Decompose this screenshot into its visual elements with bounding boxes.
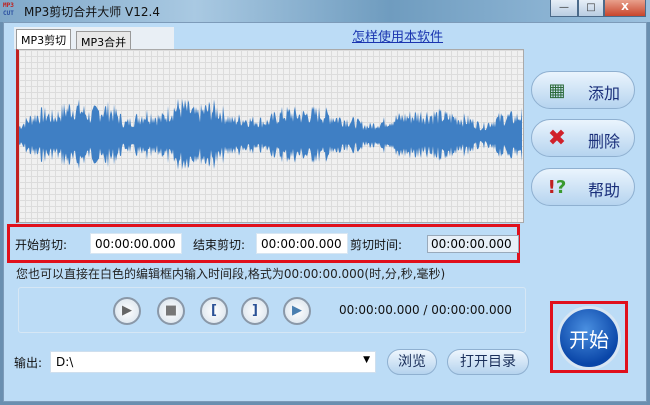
close-button[interactable]: X <box>604 0 646 17</box>
start-cut-label: 开始剪切: <box>15 238 68 252</box>
cut-duration-label: 剪切时间: <box>350 238 403 252</box>
delete-button[interactable]: ✖ 删除 <box>531 119 635 157</box>
open-directory-button[interactable]: 打开目录 <box>447 349 529 375</box>
player-panel: ▶ ■ [ ] ▶ 00:00:00.000 / 00:00:00.000 <box>18 287 526 333</box>
add-label: 添加 <box>588 84 621 103</box>
help-button[interactable]: !? 帮助 <box>531 168 635 206</box>
output-label: 输出: <box>14 356 43 370</box>
stop-button[interactable]: ■ <box>157 297 185 325</box>
app-logo: MP3 CUT <box>3 2 14 17</box>
main-panel: MP3剪切 MP3合并 怎样使用本软件 ▦ 添加 ✖ 删除 !? 帮助 开始剪切: 0… <box>3 22 647 402</box>
play-selection-button[interactable]: ▶ <box>283 297 311 325</box>
film-add-icon: ▦ <box>548 80 566 101</box>
help-label: 帮助 <box>588 181 621 200</box>
add-button[interactable]: ▦ 添加 <box>531 71 635 109</box>
waveform <box>19 98 522 170</box>
start-highlight: 开始 <box>550 301 628 373</box>
how-to-use-link[interactable]: 怎样使用本软件 <box>352 26 443 45</box>
bracket-left-icon: [ <box>211 303 217 318</box>
output-path-select[interactable]: D:\ ▼ <box>50 351 376 373</box>
tab-bar: MP3剪切 MP3合并 <box>14 27 174 50</box>
delete-label: 删除 <box>588 132 621 151</box>
bracket-right-icon: ] <box>252 303 258 318</box>
playback-time: 00:00:00.000 / 00:00:00.000 <box>339 303 512 317</box>
end-cut-input[interactable]: 00:00:00.000 <box>256 233 348 254</box>
cut-duration-value: 00:00:00.000 <box>427 235 519 253</box>
maximize-button[interactable]: □ <box>578 0 604 17</box>
red-x-icon: ✖ <box>547 126 567 151</box>
browse-button[interactable]: 浏览 <box>387 349 437 375</box>
chevron-down-icon[interactable]: ▼ <box>363 355 370 365</box>
tab-mp3-cut[interactable]: MP3剪切 <box>16 29 72 50</box>
output-path-value: D:\ <box>56 355 74 369</box>
stop-icon: ■ <box>164 303 178 318</box>
waveform-shape <box>19 98 522 170</box>
play-icon: ▶ <box>122 303 132 318</box>
waveform-view[interactable] <box>16 49 524 223</box>
window-title: MP3剪切合并大师 V12.4 <box>24 5 160 19</box>
end-cut-label: 结束剪切: <box>193 238 246 252</box>
minimize-button[interactable]: — <box>550 0 578 17</box>
format-hint: 您也可以直接在白色的编辑框内输入时间段,格式为00:00:00.000(时,分,… <box>16 267 446 281</box>
tab-mp3-merge[interactable]: MP3合并 <box>76 31 132 50</box>
play-selection-icon: ▶ <box>292 303 302 318</box>
title-bar: MP3 CUT MP3剪切合并大师 V12.4 — □ X <box>0 0 650 22</box>
set-start-button[interactable]: [ <box>200 297 228 325</box>
start-button[interactable]: 开始 <box>557 306 621 370</box>
play-button[interactable]: ▶ <box>113 297 141 325</box>
start-cut-input[interactable]: 00:00:00.000 <box>90 233 182 254</box>
set-end-button[interactable]: ] <box>241 297 269 325</box>
help-icon: !? <box>547 177 567 198</box>
